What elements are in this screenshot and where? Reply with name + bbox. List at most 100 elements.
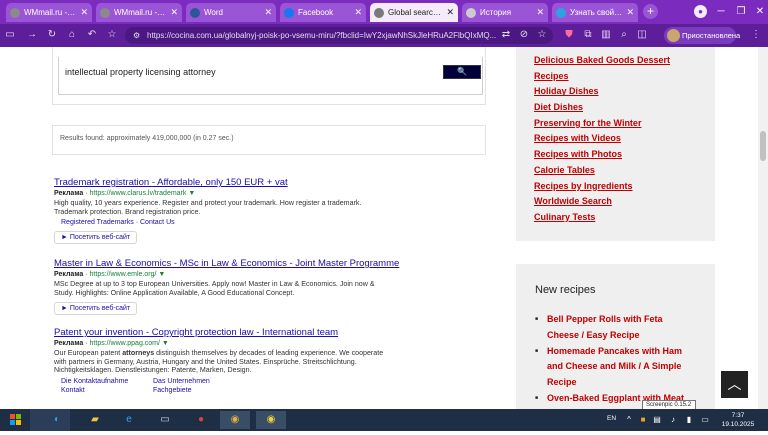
category-link[interactable]: Recipes: [534, 69, 715, 85]
minimize-button[interactable]: ─: [712, 3, 730, 20]
ad-title-link[interactable]: Master in Law & Economics - MSc in Law &…: [54, 258, 399, 269]
new-recipes-panel: New recipes Bell Pepper Rolls with Feta …: [516, 264, 715, 409]
ad-label: Реклама: [54, 271, 84, 278]
back-to-top-button[interactable]: ︿: [721, 371, 748, 398]
windows-taskbar: ◐ ▰ e ▭ ● ◉ ◉ EN ^ ■ ▤ ♪ ▮ ▭ 7:37 19.10.…: [0, 409, 768, 431]
language-indicator[interactable]: EN: [607, 415, 616, 422]
ad-url[interactable]: https://www.emle.org/ ▼: [90, 271, 166, 278]
maximize-button[interactable]: ❐: [732, 3, 750, 20]
undo-icon[interactable]: ↶: [84, 27, 100, 43]
new-recipes-heading: New recipes: [535, 284, 596, 296]
app-window-icon[interactable]: ▭: [150, 411, 180, 429]
tab-close-icon[interactable]: ✕: [536, 7, 544, 18]
profile-paused-button[interactable]: Приостановлена: [664, 27, 740, 44]
tab-label: История: [480, 8, 512, 17]
ad-url[interactable]: https://www.clarus.lv/trademark ▼: [90, 190, 196, 197]
tab-ip[interactable]: Узнать свой IP а ✕: [552, 3, 638, 22]
category-link[interactable]: Recipes with Videos: [534, 131, 715, 147]
tab-close-icon[interactable]: ✕: [80, 7, 88, 18]
visit-website-button[interactable]: ► Посетить веб-сайт: [54, 231, 138, 245]
recipe-link[interactable]: Homemade Pancakes with Ham and Cheese an…: [535, 344, 695, 391]
category-link[interactable]: Holiday Dishes: [534, 84, 715, 100]
page-info-icon[interactable]: ⚙: [133, 27, 140, 44]
tab-global-search[interactable]: Global search wo ✕: [370, 3, 458, 22]
internet-explorer-icon[interactable]: e: [114, 411, 144, 429]
notification-icon[interactable]: ▭: [698, 411, 712, 429]
sitelink[interactable]: Fachgebiete: [153, 387, 245, 394]
ad-label: Реклама: [54, 190, 84, 197]
ad-result: Patent your invention - Copyright protec…: [54, 327, 394, 394]
tab-label: Word: [204, 8, 223, 17]
tab-close-icon[interactable]: ✕: [446, 7, 454, 18]
search-button[interactable]: 🔍: [443, 65, 481, 79]
sitelink[interactable]: Registered Trademarks: [61, 219, 134, 226]
battery-icon[interactable]: ▮: [682, 411, 696, 429]
visit-website-button[interactable]: ► Посетить веб-сайт: [54, 302, 138, 316]
search-input[interactable]: intellectual property licensing attorney: [58, 57, 483, 95]
translate-icon[interactable]: ⇄: [498, 27, 514, 43]
back-arrow-icon[interactable]: →: [24, 27, 40, 43]
category-link[interactable]: Calorie Tables: [534, 163, 715, 179]
sitelink[interactable]: Das Unternehmen: [153, 378, 245, 385]
chrome-icon[interactable]: ◉: [220, 411, 250, 429]
sitelink[interactable]: Kontakt: [61, 387, 153, 394]
extension-shield-icon[interactable]: ⛊: [561, 27, 577, 43]
tab-close-icon[interactable]: ✕: [170, 7, 178, 18]
ad-title-link[interactable]: Patent your invention - Copyright protec…: [54, 327, 394, 338]
category-link[interactable]: Recipes with Photos: [534, 147, 715, 163]
recipe-link[interactable]: Bell Pepper Rolls with Feta Cheese / Eas…: [535, 312, 695, 344]
scrollbar-thumb[interactable]: [760, 131, 766, 161]
chrome-canary-icon[interactable]: ◉: [256, 411, 286, 429]
file-explorer-icon[interactable]: ▰: [80, 411, 110, 429]
ad-label: Реклама: [54, 340, 84, 347]
volume-icon[interactable]: ♪: [666, 411, 680, 429]
edge-icon[interactable]: ◐: [42, 411, 72, 429]
app-recorder-icon[interactable]: ●: [186, 411, 216, 429]
tab-close-icon[interactable]: ✕: [264, 7, 272, 18]
tab-favicon-icon: [284, 7, 294, 18]
ad-result: Master in Law & Economics - MSc in Law &…: [54, 258, 399, 316]
browser-profile-icon[interactable]: ●: [694, 5, 707, 18]
split-view-icon[interactable]: ◫: [634, 27, 650, 43]
page-scrollbar[interactable]: [758, 47, 768, 409]
zoom-search-icon[interactable]: ⌕: [616, 27, 632, 43]
tab-history[interactable]: История ✕: [462, 3, 548, 22]
tracking-off-icon[interactable]: ⊘: [516, 27, 532, 43]
tab-wmmail-email[interactable]: WMmail.ru - emai ✕: [96, 3, 182, 22]
sidebar-panel-icon[interactable]: ▥: [598, 27, 614, 43]
home-icon[interactable]: ⌂: [64, 27, 80, 43]
forward-arrow-icon[interactable]: ↻: [44, 27, 60, 43]
screenpic-tray-icon[interactable]: ■: [636, 411, 650, 429]
extensions-icon[interactable]: ⧉: [580, 27, 596, 43]
clock[interactable]: 7:37 19.10.2025: [716, 411, 760, 429]
sitelink[interactable]: Die Kontaktaufnahme: [61, 378, 153, 385]
ad-description: Our European patent attorneys distinguis…: [54, 349, 384, 375]
star-icon[interactable]: ☆: [104, 27, 120, 43]
network-icon[interactable]: ▤: [650, 411, 664, 429]
tab-wmmail-serf[interactable]: WMmail.ru - серф ✕: [6, 3, 92, 22]
ad-url[interactable]: https://www.ppag.com/ ▼: [90, 340, 169, 347]
category-link[interactable]: Delicious Baked Goods Dessert: [534, 53, 715, 69]
close-window-button[interactable]: ✕: [751, 3, 768, 20]
tray-chevron-icon[interactable]: ^: [622, 411, 636, 429]
category-link[interactable]: Diet Dishes: [534, 100, 715, 116]
ad-title-link[interactable]: Trademark registration - Affordable, onl…: [54, 177, 394, 188]
category-link[interactable]: Worldwide Search: [534, 194, 715, 210]
chevron-up-icon: ︿: [727, 376, 742, 392]
start-button[interactable]: [2, 410, 30, 430]
sidebar-toggle-icon[interactable]: ▭: [2, 27, 18, 43]
sidebar-categories: Delicious Baked Goods Dessert Recipes Ho…: [516, 47, 715, 241]
tab-facebook[interactable]: Facebook ✕: [280, 3, 366, 22]
new-tab-button[interactable]: +: [643, 4, 658, 19]
category-link[interactable]: Recipes by Ingredients: [534, 179, 715, 195]
category-list: Delicious Baked Goods Dessert Recipes Ho…: [516, 47, 715, 226]
category-link[interactable]: Culinary Tests: [534, 210, 715, 226]
address-bar[interactable]: ⚙ https://cocina.com.ua/globalnyj-poisk-…: [125, 27, 553, 44]
sitelink[interactable]: Contact Us: [140, 219, 175, 226]
tab-word[interactable]: Word ✕: [186, 3, 276, 22]
category-link[interactable]: Preserving for the Winter: [534, 116, 715, 132]
menu-icon[interactable]: ⋮: [748, 27, 764, 43]
tab-close-icon[interactable]: ✕: [354, 7, 362, 18]
tab-close-icon[interactable]: ✕: [626, 7, 634, 18]
bookmark-icon[interactable]: ☆: [534, 27, 550, 43]
